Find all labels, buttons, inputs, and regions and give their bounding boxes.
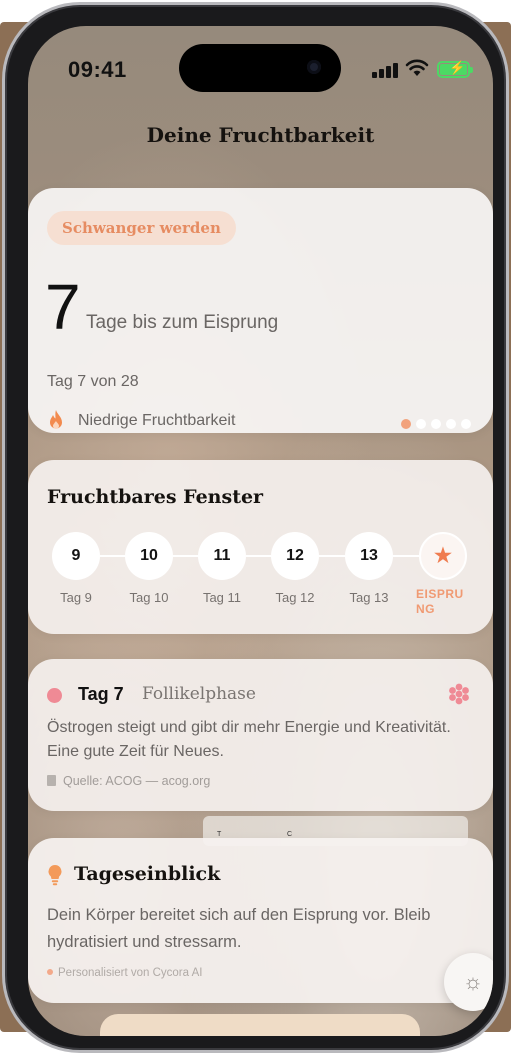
source-citation[interactable]: Quelle: ACOG — acog.org: [47, 774, 210, 788]
lightbulb-icon: [48, 865, 62, 886]
page-title: Deine Fruchtbarkeit: [146, 123, 375, 147]
sun-icon: ☼: [462, 969, 484, 994]
phase-color-dot: [47, 688, 62, 703]
flame-icon: [50, 410, 62, 429]
page-dot[interactable]: [416, 419, 426, 429]
ovulation-day-circle[interactable]: ★: [419, 532, 467, 580]
window-day-circle[interactable]: 12: [271, 532, 319, 580]
camera-icon: [307, 60, 321, 74]
battery-icon: ⚡: [437, 61, 473, 78]
ovulation-label: EISPRUNG: [416, 587, 464, 616]
fertility-level: Niedrige Fruchtbarkeit: [78, 412, 236, 429]
goal-badge[interactable]: Schwanger werden: [47, 211, 236, 245]
background-tag: C: [287, 831, 293, 838]
dynamic-island: [179, 44, 341, 92]
window-day-circle[interactable]: 9: [52, 532, 100, 580]
window-day-label: Tag 11: [202, 590, 242, 605]
window-day-circle[interactable]: 13: [345, 532, 393, 580]
ai-attribution: Personalisiert von Cycora AI: [47, 967, 202, 979]
theme-toggle-button[interactable]: ☼: [444, 953, 493, 1011]
follicle-icon: [449, 683, 469, 705]
phase-card[interactable]: Tag 7 Follikelphase Östrogen steigt und …: [28, 659, 493, 811]
status-time: 09:41: [68, 57, 127, 82]
signal-icon: [372, 62, 398, 78]
window-day-label: Tag 9: [60, 590, 92, 605]
daily-insight-card[interactable]: Tageseinblick Dein Körper bereitet sich …: [28, 838, 493, 1003]
window-day-label: Tag 10: [129, 590, 169, 605]
window-day-label: Tag 13: [349, 590, 389, 605]
days-until-label: Tage bis zum Eisprung: [86, 312, 279, 333]
insight-text: Dein Körper bereitet sich auf den Eispru…: [47, 906, 431, 951]
source-text: Quelle: ACOG — acog.org: [63, 774, 211, 788]
background-tag: T: [217, 831, 222, 838]
window-day-label: Tag 12: [275, 590, 315, 605]
page-dot[interactable]: [431, 419, 441, 429]
screen: 09:41 ⚡ Deine Fruchtbarkeit Schwanger we…: [28, 26, 493, 1036]
page-dot[interactable]: [461, 419, 471, 429]
phase-day: Tag 7: [78, 684, 124, 704]
cycle-overview-card[interactable]: Schwanger werden 7 Tage bis zum Eisprung…: [28, 188, 493, 433]
phase-name: Follikelphase: [142, 684, 256, 704]
book-icon: [47, 775, 56, 786]
insight-title: Tageseinblick: [74, 863, 221, 885]
cycle-progress: Tag 7 von 28: [47, 373, 139, 390]
fertile-window-days: 9 Tag 9 10 Tag 10 11 Tag 11 12 Tag 12 13…: [52, 532, 472, 622]
star-icon: ★: [434, 545, 452, 567]
phase-description: Östrogen steigt und gibt dir mehr Energi…: [47, 719, 451, 760]
fertile-window-title: Fruchtbares Fenster: [47, 486, 264, 508]
page-indicator[interactable]: [401, 419, 471, 429]
days-until-number: 7: [45, 271, 81, 343]
ai-attribution-text: Personalisiert von Cycora AI: [58, 967, 203, 979]
window-day-circle[interactable]: 10: [125, 532, 173, 580]
page-dot[interactable]: [446, 419, 456, 429]
page-dot[interactable]: [401, 419, 411, 429]
wifi-icon: [405, 59, 429, 76]
next-card-peek: [100, 1014, 420, 1036]
fertile-window-card[interactable]: Fruchtbares Fenster 9 Tag 9 10 Tag 10 11…: [28, 460, 493, 634]
ai-dot-icon: [47, 969, 53, 975]
phone-frame: 09:41 ⚡ Deine Fruchtbarkeit Schwanger we…: [2, 2, 509, 1053]
window-day-circle[interactable]: 11: [198, 532, 246, 580]
